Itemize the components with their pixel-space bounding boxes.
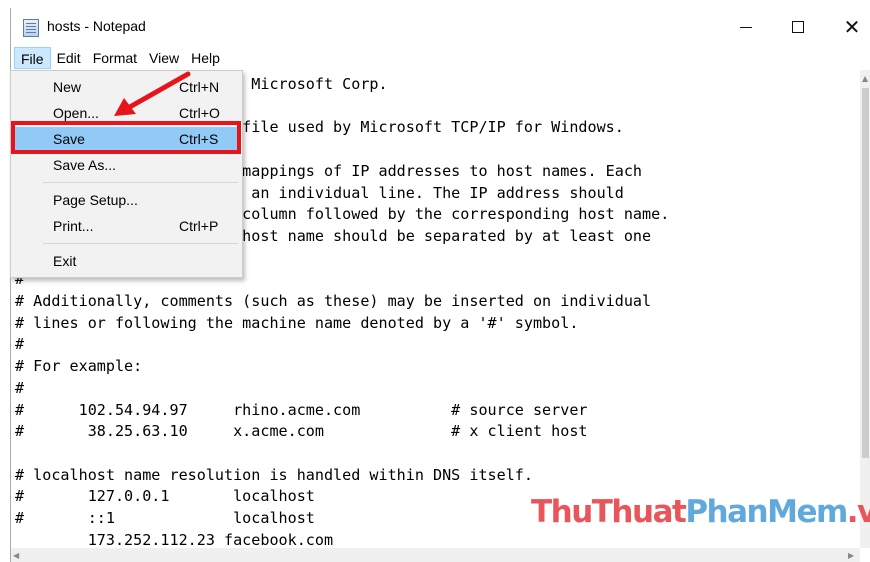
editor-line[interactable]: # 38.25.63.10 x.acme.com # x client host <box>15 421 669 443</box>
horizontal-scrollbar[interactable]: ◀ ▶ <box>11 548 860 562</box>
menu-item-exit[interactable]: Exit <box>14 249 241 273</box>
menu-file[interactable]: File <box>14 47 51 69</box>
title-bar[interactable]: hosts - Notepad ✕ <box>11 8 870 46</box>
editor-line[interactable]: # localhost name resolution is handled w… <box>15 465 669 487</box>
watermark-part-1: ThuThuat <box>531 494 687 530</box>
menu-item-label: Print... <box>53 218 94 234</box>
save-highlight-box <box>11 121 241 154</box>
menu-item-label: Open... <box>53 105 99 121</box>
maximize-icon <box>792 21 804 33</box>
vertical-scroll-thumb[interactable] <box>862 88 869 458</box>
menu-view[interactable]: View <box>143 47 185 69</box>
menu-item-print[interactable]: Print... Ctrl+P <box>14 214 241 238</box>
editor-line[interactable] <box>15 443 669 465</box>
editor-line[interactable]: # Additionally, comments (such as these)… <box>15 291 669 313</box>
menu-item-label: Page Setup... <box>53 192 138 208</box>
editor-line[interactable]: # 102.54.94.97 rhino.acme.com # source s… <box>15 400 669 422</box>
editor-line[interactable]: 173.252.112.23 facebook.com <box>15 530 669 548</box>
menu-separator <box>43 243 238 244</box>
close-button[interactable]: ✕ <box>829 8 870 46</box>
pointer-arrow-icon <box>114 71 191 116</box>
menu-item-label: Exit <box>53 253 77 269</box>
menu-bar: File Edit Format View Help <box>11 46 870 70</box>
editor-line[interactable]: # For example: <box>15 356 669 378</box>
minimize-icon <box>740 26 752 28</box>
menu-item-label: New <box>53 79 82 95</box>
vertical-scrollbar[interactable]: ▲ <box>860 70 870 548</box>
close-icon: ✕ <box>843 15 861 39</box>
editor-line[interactable]: # <box>15 378 669 400</box>
editor-line[interactable]: # lines or following the machine name de… <box>15 313 669 335</box>
menu-item-shortcut: Ctrl+P <box>179 218 219 234</box>
editor-line[interactable]: # <box>15 334 669 356</box>
minimize-button[interactable] <box>723 8 769 46</box>
menu-format[interactable]: Format <box>87 47 143 69</box>
scroll-left-icon[interactable]: ◀ <box>13 551 19 560</box>
menu-edit[interactable]: Edit <box>51 47 87 69</box>
watermark-part-3: .vn <box>846 494 870 530</box>
menu-item-save-as[interactable]: Save As... <box>14 153 241 177</box>
menu-item-label: Save As... <box>53 157 117 173</box>
window-title: hosts - Notepad <box>47 18 146 34</box>
watermark-part-2: PhanMem <box>685 494 848 530</box>
scroll-up-icon[interactable]: ▲ <box>862 74 868 83</box>
scroll-right-icon[interactable]: ▶ <box>848 551 854 560</box>
maximize-button[interactable] <box>775 8 821 46</box>
watermark-logo: ThuThuatPhanMem.vn <box>531 494 870 530</box>
notepad-app-icon <box>23 19 39 37</box>
menu-item-page-setup[interactable]: Page Setup... <box>14 188 241 212</box>
menu-separator <box>43 182 238 183</box>
menu-help[interactable]: Help <box>185 47 226 69</box>
